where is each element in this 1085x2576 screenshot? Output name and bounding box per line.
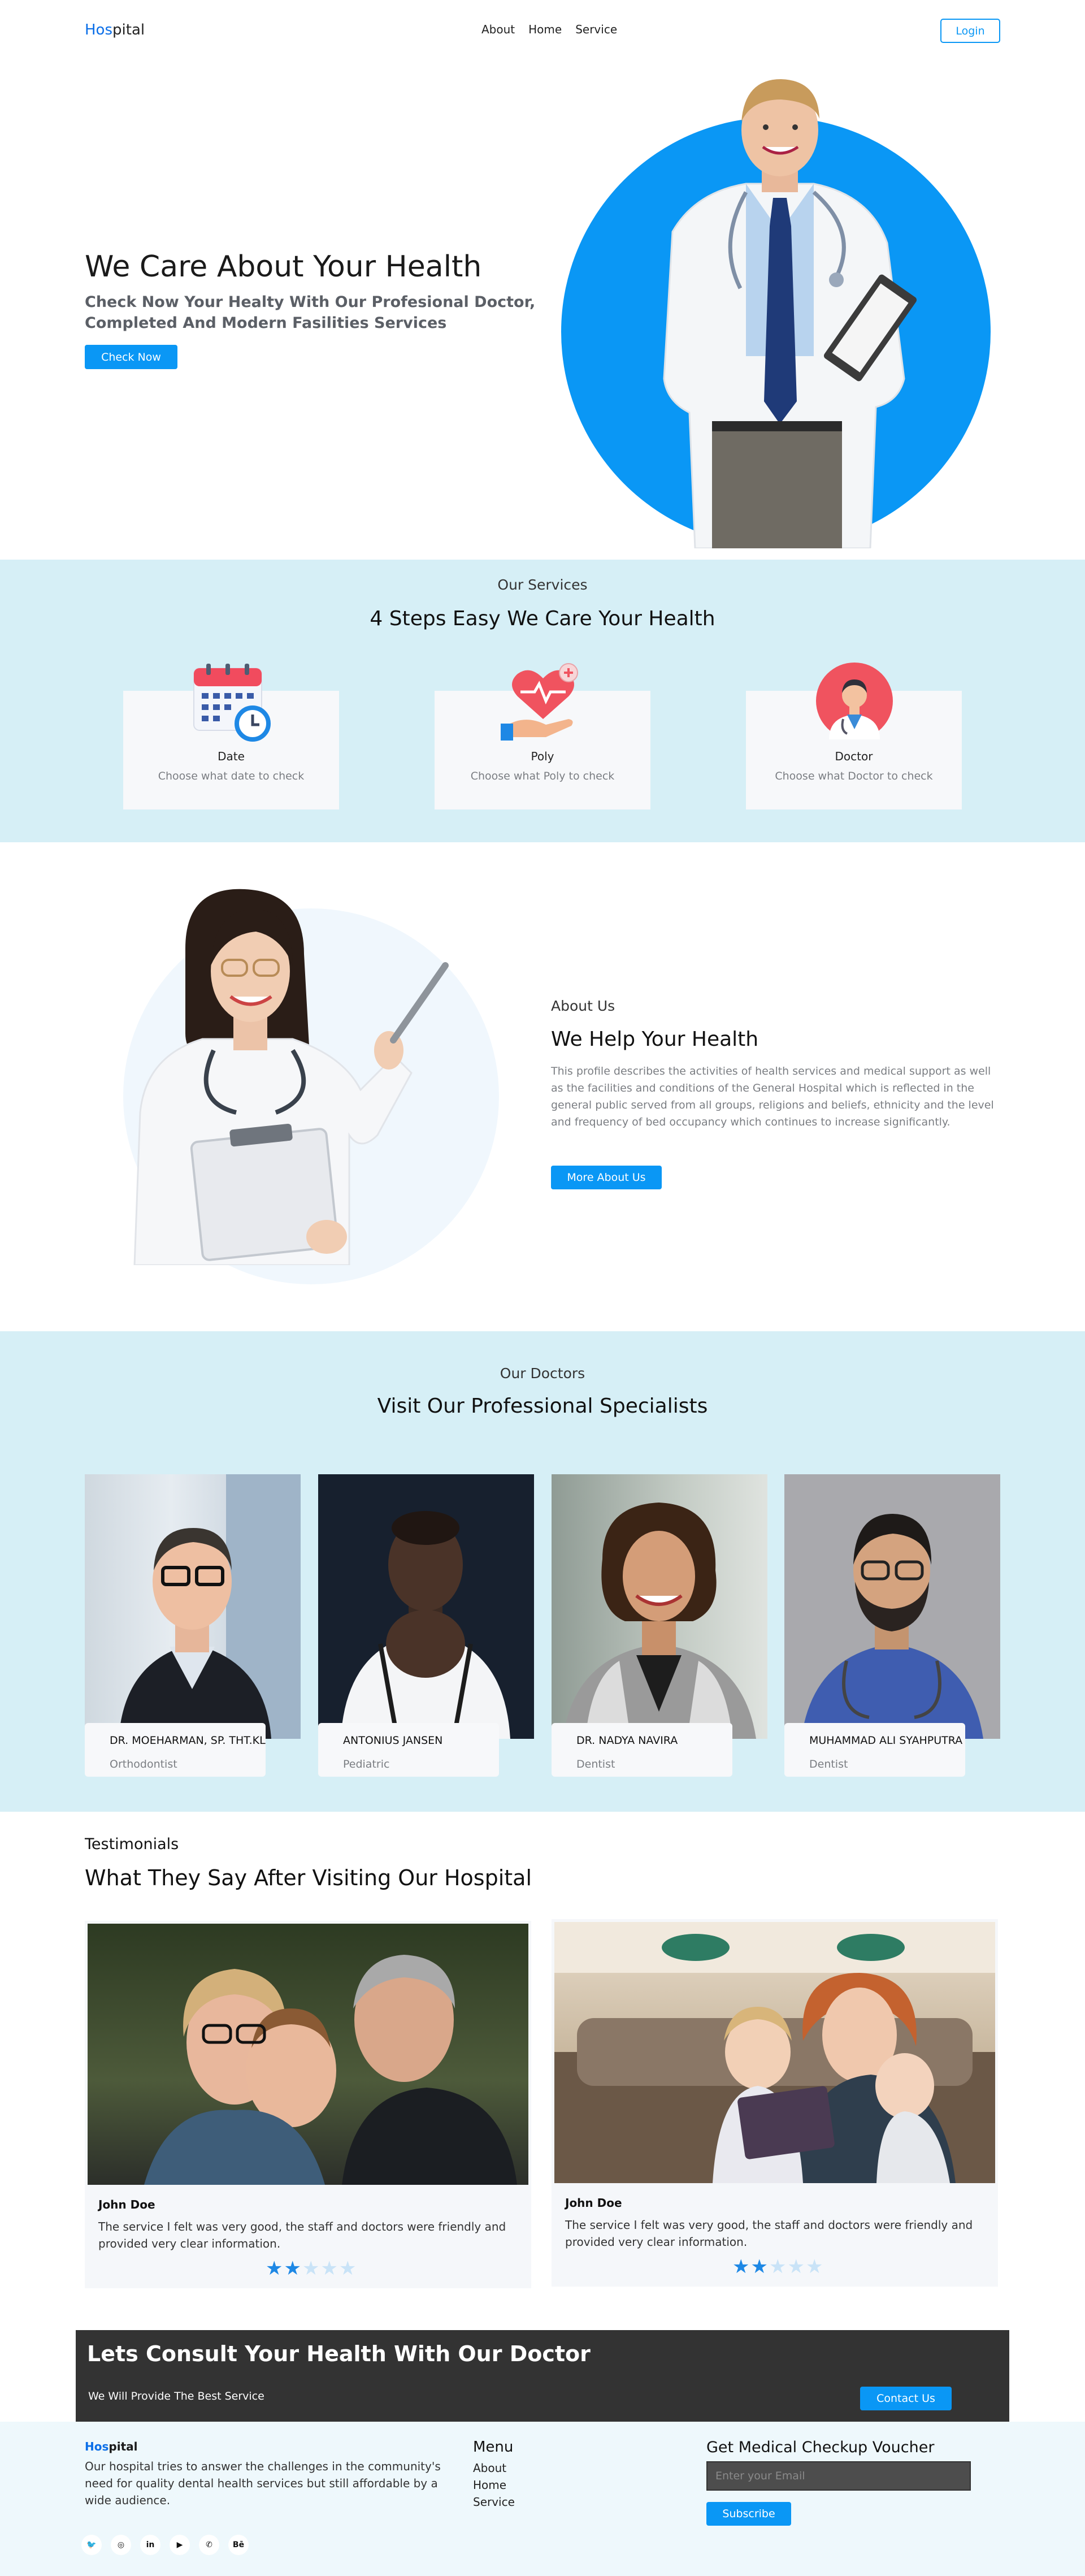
calendar-clock-icon bbox=[193, 664, 271, 742]
doctor-photo[interactable] bbox=[318, 1474, 534, 1739]
logo-part-hos: Hos bbox=[85, 21, 113, 38]
doctor-name: MUHAMMAD ALI SYAHPUTRA bbox=[809, 1734, 963, 1747]
doctor-card: ANTONIUS JANSEN Pediatric bbox=[318, 1723, 499, 1777]
footer-logo[interactable]: Hospital bbox=[85, 2440, 137, 2453]
nav-link-service[interactable]: Service bbox=[575, 23, 617, 36]
doctor-name: DR. MOEHARMAN, SP. THT.KL bbox=[110, 1734, 266, 1747]
about-text: This profile describes the activities of… bbox=[551, 1065, 994, 1128]
doctors-eyebrow: Our Doctors bbox=[500, 1365, 585, 1382]
service-name-doctor: Doctor bbox=[835, 750, 873, 763]
service-card-date[interactable]: Date Choose what date to check bbox=[123, 664, 339, 809]
doctor-name: DR. NADYA NAVIRA bbox=[576, 1734, 678, 1747]
star-icon: ★ bbox=[787, 2255, 805, 2278]
doctor-role: Dentist bbox=[576, 1758, 615, 1770]
testimonial-text: The service I felt was very good, the st… bbox=[98, 2220, 506, 2250]
testimonial-text: The service I felt was very good, the st… bbox=[565, 2218, 973, 2249]
doctor-photo[interactable] bbox=[85, 1474, 301, 1739]
doctor-card: DR. MOEHARMAN, SP. THT.KL Orthodontist bbox=[85, 1723, 266, 1777]
testimonials-eyebrow: Testimonials bbox=[85, 1835, 179, 1853]
star-icon: ★ bbox=[805, 2255, 823, 2278]
service-card-doctor[interactable]: Doctor Choose what Doctor to check bbox=[746, 663, 962, 809]
services-eyebrow: Our Services bbox=[497, 577, 588, 593]
linkedin-icon[interactable]: in bbox=[140, 2535, 160, 2555]
footer: Hospital Our hospital tries to answer th… bbox=[0, 2422, 1085, 2576]
logo[interactable]: Hospital bbox=[85, 21, 145, 38]
navbar: Hospital About Home Service Login bbox=[0, 0, 1085, 62]
heart-hand-icon bbox=[501, 663, 578, 741]
about-eyebrow: About Us bbox=[551, 998, 615, 1014]
consult-title: Lets Consult Your Health With Our Doctor bbox=[87, 2341, 591, 2366]
testimonials-title: What They Say After Visiting Our Hospita… bbox=[85, 1865, 532, 1890]
star-icon: ★ bbox=[338, 2257, 357, 2280]
email-input[interactable] bbox=[706, 2461, 971, 2491]
service-desc-poly: Choose what Poly to check bbox=[470, 770, 615, 782]
whatsapp-icon[interactable]: ✆ bbox=[199, 2535, 219, 2555]
star-icon: ★ bbox=[750, 2255, 768, 2278]
doctor-name: ANTONIUS JANSEN bbox=[343, 1734, 443, 1747]
hero-doctor-image bbox=[663, 79, 917, 548]
footer-link-service[interactable]: Service bbox=[473, 2495, 515, 2509]
testimonial-photo bbox=[554, 1922, 995, 2183]
twitter-icon[interactable]: 🐦 bbox=[81, 2535, 102, 2555]
voucher-title: Get Medical Checkup Voucher bbox=[706, 2439, 935, 2456]
rating-stars: ★ ★ ★ ★ ★ bbox=[732, 2257, 823, 2276]
logo-part-pital: pital bbox=[112, 21, 145, 38]
consult-subtitle: We Will Provide The Best Service bbox=[88, 2390, 264, 2402]
service-desc-doctor: Choose what Doctor to check bbox=[775, 770, 933, 782]
doctor-role: Dentist bbox=[809, 1758, 848, 1770]
footer-logo-part-hos: Hos bbox=[85, 2440, 109, 2453]
login-button[interactable]: Login bbox=[940, 19, 1000, 43]
doctor-role: Pediatric bbox=[343, 1758, 390, 1770]
doctor-photo[interactable] bbox=[552, 1474, 767, 1739]
about-title: We Help Your Health bbox=[551, 1028, 759, 1051]
nav-link-home[interactable]: Home bbox=[528, 23, 562, 36]
testimonial-author: John Doe bbox=[565, 2196, 622, 2210]
nav-menu: About Home Service bbox=[481, 23, 617, 36]
behance-icon[interactable]: Bē bbox=[228, 2535, 249, 2555]
rating-stars: ★ ★ ★ ★ ★ bbox=[266, 2259, 356, 2278]
doctors-title: Visit Our Professional Specialists bbox=[377, 1395, 708, 1418]
hero-title: We Care About Your Health bbox=[85, 250, 482, 284]
testimonial-card: John Doe The service I felt was very goo… bbox=[85, 1921, 531, 2288]
subscribe-button[interactable]: Subscribe bbox=[706, 2502, 791, 2526]
doctor-card: MUHAMMAD ALI SYAHPUTRA Dentist bbox=[784, 1723, 965, 1777]
contact-us-button[interactable]: Contact Us bbox=[860, 2387, 952, 2410]
instagram-icon[interactable]: ◎ bbox=[111, 2535, 131, 2555]
star-icon: ★ bbox=[769, 2255, 787, 2278]
footer-menu-title: Menu bbox=[473, 2439, 514, 2456]
testimonial-card: John Doe The service I felt was very goo… bbox=[552, 1919, 998, 2287]
footer-link-home[interactable]: Home bbox=[473, 2478, 506, 2492]
doctor-photo[interactable] bbox=[784, 1474, 1000, 1739]
testimonial-author: John Doe bbox=[98, 2198, 155, 2211]
service-name-poly: Poly bbox=[531, 750, 554, 763]
doctor-card: DR. NADYA NAVIRA Dentist bbox=[552, 1723, 732, 1777]
testimonial-photo bbox=[88, 1924, 528, 2185]
star-icon: ★ bbox=[284, 2257, 301, 2280]
star-icon: ★ bbox=[732, 2255, 750, 2278]
nav-link-about[interactable]: About bbox=[481, 23, 515, 36]
service-name-date: Date bbox=[218, 750, 245, 763]
doctor-role: Orthodontist bbox=[110, 1758, 177, 1770]
star-icon: ★ bbox=[302, 2257, 320, 2280]
check-now-button[interactable]: Check Now bbox=[85, 345, 177, 369]
more-about-us-button[interactable]: More About Us bbox=[551, 1166, 662, 1189]
star-icon: ★ bbox=[320, 2257, 338, 2280]
service-desc-date: Choose what date to check bbox=[158, 770, 305, 782]
footer-link-about[interactable]: About bbox=[473, 2461, 506, 2475]
about-doctor-image bbox=[133, 889, 449, 1265]
hero-subtitle: Check Now Your Healty With Our Profesion… bbox=[85, 293, 536, 332]
footer-description: Our hospital tries to answer the challen… bbox=[85, 2460, 441, 2507]
footer-logo-part-pital: pital bbox=[108, 2440, 138, 2453]
service-card-poly[interactable]: Poly Choose what Poly to check bbox=[435, 663, 650, 809]
star-icon: ★ bbox=[266, 2257, 283, 2280]
youtube-icon[interactable]: ▶ bbox=[170, 2535, 190, 2555]
consult-banner: Lets Consult Your Health With Our Doctor… bbox=[76, 2330, 1009, 2422]
doctor-avatar-icon bbox=[816, 663, 893, 739]
services-title: 4 Steps Easy We Care Your Health bbox=[370, 607, 715, 630]
